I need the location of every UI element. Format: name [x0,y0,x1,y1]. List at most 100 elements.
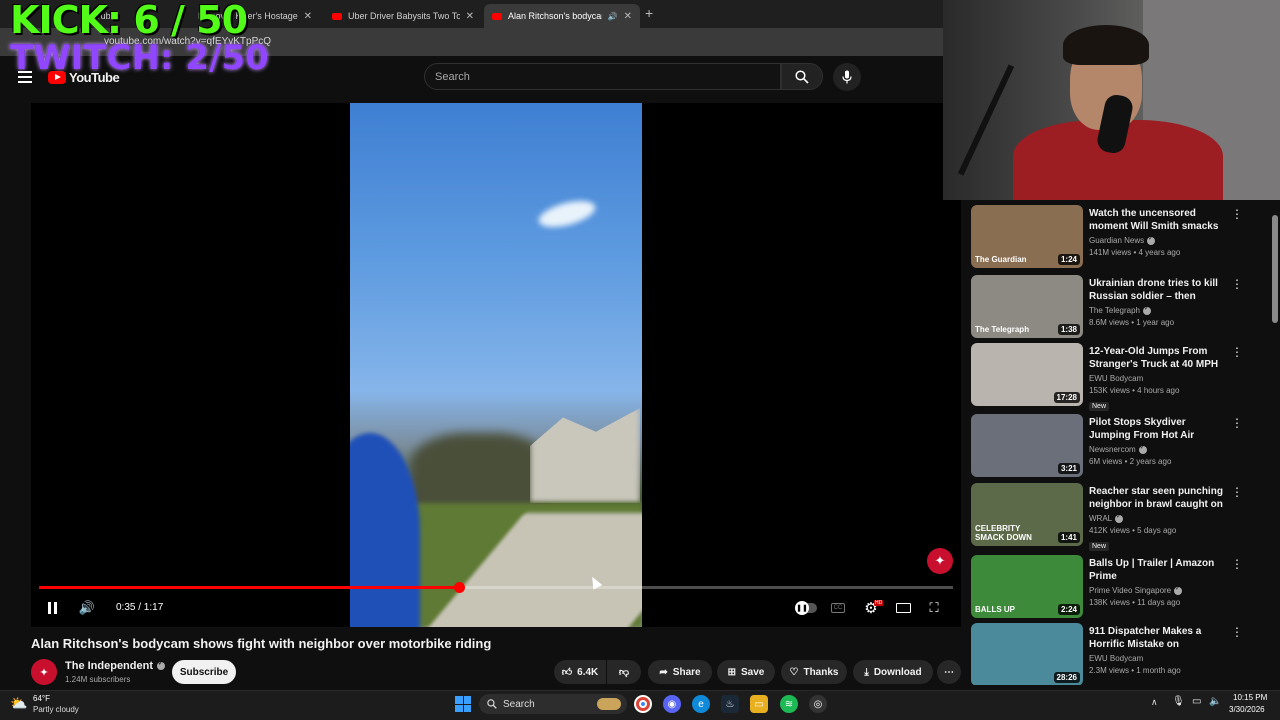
share-button[interactable]: ➦ Share [648,660,712,684]
more-options-icon[interactable]: ⋮ [1231,277,1243,291]
video-house [530,408,640,503]
channel-watermark-icon[interactable]: ✦ [927,548,953,574]
youtube-favicon-icon [332,12,342,20]
edge-icon[interactable]: e [692,695,710,713]
video-frame[interactable] [350,103,642,627]
recommendation-thumbnail[interactable]: 3:21 [971,414,1083,477]
recommendation-title[interactable]: 911 Dispatcher Makes a Horrific Mistake … [1089,625,1227,651]
more-options-icon[interactable]: ⋮ [1231,557,1243,571]
video-player[interactable] [31,103,961,627]
more-options-icon[interactable]: ⋮ [1231,345,1243,359]
recommendation-title[interactable]: Ukrainian drone tries to kill Russian so… [1089,277,1227,303]
youtube-favicon-icon [492,12,502,20]
microphone-icon[interactable]: 🎙 [1172,696,1185,707]
channel-name-text: The Independent [65,660,153,672]
recommendation-item[interactable]: 3:21 Pilot Stops Skydiver Jumping From Ho… [971,414,1271,480]
close-icon[interactable]: ✕ [304,11,312,22]
weather-temperature[interactable]: 64°F [33,694,50,703]
clock-date[interactable]: 3/30/2026 [1229,705,1265,714]
twitch-counter: TWITCH: 2/50 [10,38,269,78]
channel-avatar[interactable]: ✦ [31,659,57,685]
like-button[interactable]: 👍︎ 6.4K [554,660,606,684]
hd-badge: HD [874,600,884,606]
weather-condition[interactable]: Partly cloudy [33,705,79,714]
volume-icon[interactable]: 🔈 [1209,696,1221,707]
discord-icon[interactable]: ◉ [663,695,681,713]
recommendation-item[interactable]: BALLS UP 2:24 Balls Up | Trailer | Amazon … [971,555,1271,621]
recommendation-channel-name: The Telegraph [1089,306,1140,315]
video-cloud [536,195,598,233]
recommendation-channel[interactable]: EWU Bodycam [1089,374,1227,383]
tab-uber-driver[interactable]: Uber Driver Babysits Two Toddl ✕ [324,4,482,28]
spotify-icon[interactable]: ≋ [780,695,798,713]
pause-button[interactable] [45,599,59,617]
close-icon[interactable]: ✕ [624,11,632,22]
recommendation-thumbnail[interactable]: 28:26 [971,623,1083,685]
theater-icon [895,603,911,613]
clock-time[interactable]: 10:15 PM [1233,693,1267,702]
recommendation-channel-name: Newsnercom [1089,445,1136,454]
recommendation-channel[interactable]: Guardian News [1089,235,1227,245]
recommendation-thumbnail[interactable]: BALLS UP 2:24 [971,555,1083,618]
tab-title: Alan Ritchson's bodycam sh [508,11,602,21]
verified-check-icon [157,660,165,670]
channel-name[interactable]: The Independent [65,660,165,672]
new-tab-plus-icon[interactable]: + [645,5,653,21]
save-button[interactable]: ⊞ Save [717,660,775,684]
recommendation-thumbnail[interactable]: CELEBRITY SMACK DOWN 1:41 [971,483,1083,546]
recommendation-item[interactable]: The Guardian 1:24 Watch the uncensored mom… [971,205,1271,271]
chrome-icon[interactable] [634,695,652,713]
recommendation-item[interactable]: The Telegraph 1:38 Ukrainian drone tries t… [971,275,1271,341]
recommendation-channel[interactable]: Newsnercom [1089,444,1227,454]
recommendation-item[interactable]: 28:26 911 Dispatcher Makes a Horrific Mis… [971,623,1271,685]
fullscreen-icon[interactable]: ⛶ [926,599,942,617]
file-explorer-icon[interactable]: ▭ [750,695,768,713]
progress-scrubber-handle[interactable] [454,582,465,593]
recommendation-title[interactable]: Balls Up | Trailer | Amazon Prime [1089,557,1227,583]
audio-playing-icon[interactable]: 🔊 [608,12,618,21]
more-options-icon[interactable]: ⋮ [1231,485,1243,499]
search-input[interactable]: Search [424,63,781,90]
autoplay-toggle[interactable]: ❚❚ [794,599,818,617]
chevron-up-icon[interactable]: ∧ [1151,697,1158,708]
more-options-icon[interactable]: ⋮ [1231,207,1243,221]
recommendation-meta: 2.3M views • 1 month ago [1089,666,1181,675]
steam-icon[interactable]: ♨ [721,695,739,713]
recommendation-meta: 412K views • 5 days ago [1089,526,1177,535]
search-button[interactable] [781,63,823,90]
thanks-button[interactable]: ♡ Thanks [781,660,847,684]
taskbar-search[interactable]: Search [479,694,627,714]
tab-alan-ritchson[interactable]: Alan Ritchson's bodycam sh 🔊 ✕ [484,4,640,28]
recommendation-thumbnail[interactable]: 17:28 [971,343,1083,406]
windows-start-icon[interactable] [455,696,471,712]
verified-check-icon [1143,305,1151,315]
theater-mode-button[interactable] [894,599,912,617]
recommendation-item[interactable]: CELEBRITY SMACK DOWN 1:41 Reacher star see… [971,483,1271,551]
volume-icon[interactable]: 🔊 [78,599,96,617]
more-options-icon[interactable]: ⋮ [1231,625,1243,639]
recommendation-title[interactable]: Pilot Stops Skydiver Jumping From Hot Ai… [1089,416,1227,442]
recommendation-channel[interactable]: WRAL [1089,513,1227,523]
partly-cloudy-icon[interactable]: ⛅ [10,695,27,712]
recommendation-title[interactable]: Watch the uncensored moment Will Smith s… [1089,207,1227,233]
dislike-button[interactable]: 👎︎ [607,660,641,684]
more-actions-icon[interactable]: ⋯ [937,660,961,684]
recommendation-channel[interactable]: Prime Video Singapore [1089,585,1227,595]
recommendation-channel[interactable]: EWU Bodycam [1089,654,1227,663]
scrollbar-thumb[interactable] [1272,215,1278,323]
subscribe-button[interactable]: Subscribe [172,660,236,684]
subtitles-button[interactable]: CC [830,599,846,617]
recommendation-title[interactable]: 12-Year-Old Jumps From Stranger's Truck … [1089,345,1227,371]
more-options-icon[interactable]: ⋮ [1231,416,1243,430]
recommendation-thumbnail[interactable]: The Telegraph 1:38 [971,275,1083,338]
download-button[interactable]: ⤓ Download [853,660,933,684]
voice-search-button[interactable] [833,63,861,91]
recommendation-thumbnail[interactable]: The Guardian 1:24 [971,205,1083,268]
obs-icon[interactable]: ◎ [809,695,827,713]
close-icon[interactable]: ✕ [466,11,474,22]
recommendation-title[interactable]: Reacher star seen punching neighbor in b… [1089,485,1227,511]
recommendation-meta: 6M views • 2 years ago [1089,457,1172,466]
recommendation-channel[interactable]: The Telegraph [1089,305,1227,315]
network-icon[interactable]: ▭ [1192,696,1201,707]
recommendation-item[interactable]: 17:28 12-Year-Old Jumps From Stranger's T… [971,343,1271,411]
